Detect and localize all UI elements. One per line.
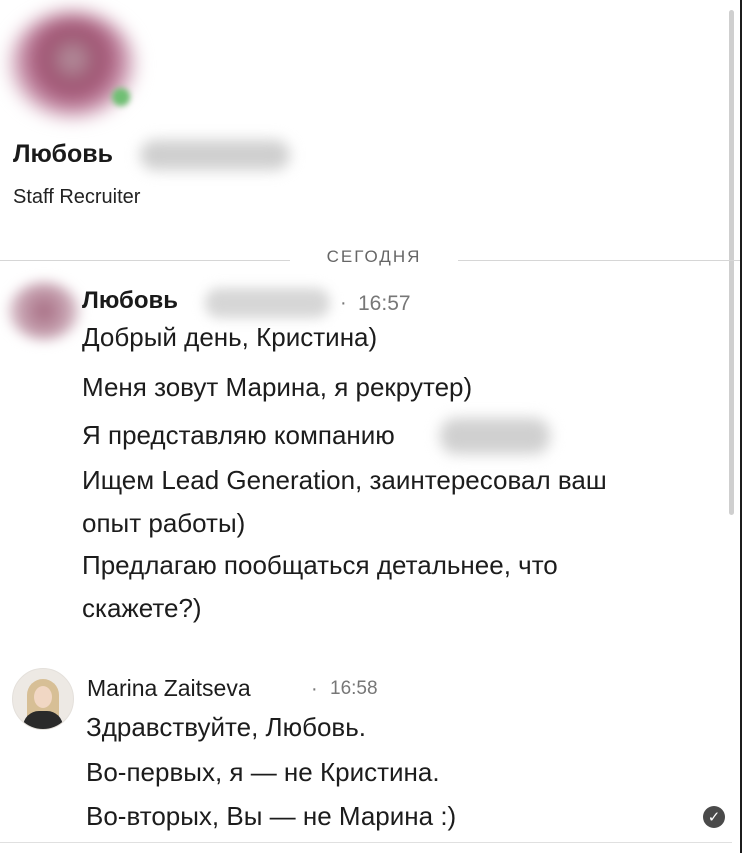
reply-avatar[interactable] (12, 668, 74, 730)
check-circle-icon: ✓ (703, 806, 725, 828)
redacted-surname (140, 140, 290, 170)
message-author[interactable]: Любовь (82, 287, 178, 315)
avatar-body (23, 711, 63, 729)
profile-title: Staff Recruiter (13, 186, 141, 208)
online-status-dot (112, 88, 130, 106)
message-line: скажете?) (82, 593, 202, 623)
redacted-company (440, 418, 550, 454)
profile-name[interactable]: Любовь (13, 140, 113, 169)
bottom-divider (0, 842, 732, 843)
day-divider-label: СЕГОДНЯ (326, 247, 422, 266)
reply-line: Здравствуйте, Любовь. (86, 712, 367, 742)
reply-time: 16:58 (330, 678, 378, 699)
message-line: опыт работы) (82, 508, 246, 538)
reply-line: Во-вторых, Вы — не Марина :) (86, 801, 457, 831)
time-separator: · (340, 292, 347, 314)
message-line: Добрый день, Кристина) (82, 322, 378, 352)
redacted-surname (205, 288, 330, 318)
message-time: 16:57 (358, 292, 411, 315)
message-line: Меня зовут Марина, я рекрутер) (82, 372, 473, 402)
message-line: Предлагаю пообщаться детальнее, что (82, 550, 558, 580)
message-line: Я представляю компанию (82, 420, 395, 450)
divider-line (458, 260, 740, 261)
message-avatar[interactable] (8, 282, 80, 340)
reply-author[interactable]: Marina Zaitseva (87, 675, 251, 702)
avatar-face (34, 686, 52, 708)
time-separator: · (311, 678, 318, 700)
scrollbar[interactable] (729, 10, 734, 515)
message-line: Ищем Lead Generation, заинтересовал ваш (82, 465, 607, 495)
window-border (740, 0, 742, 853)
divider-line (0, 260, 290, 261)
reply-line: Во-первых, я — не Кристина. (86, 757, 440, 787)
